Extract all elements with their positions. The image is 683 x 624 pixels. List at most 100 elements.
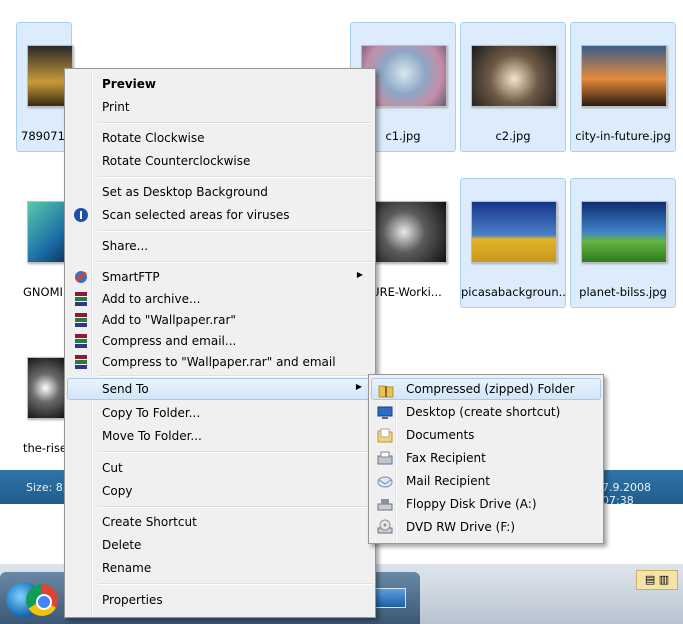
menu-separator bbox=[98, 230, 373, 232]
chrome-icon[interactable] bbox=[26, 584, 58, 616]
desktop-icon bbox=[377, 404, 393, 420]
menu-label: Scan selected areas for viruses bbox=[102, 208, 290, 222]
thumbnail-item[interactable]: picasabackgroun... bbox=[460, 178, 566, 308]
menu-item-add-rar[interactable]: Add to "Wallpaper.rar" bbox=[67, 309, 373, 331]
menu-label: Compress to "Wallpaper.rar" and email bbox=[102, 355, 336, 369]
thumbnail-image bbox=[471, 201, 557, 263]
menu-item-dvd[interactable]: DVD RW Drive (F:) bbox=[371, 516, 601, 538]
documents-folder-icon bbox=[377, 427, 393, 443]
menu-label: Add to "Wallpaper.rar" bbox=[102, 313, 236, 327]
menu-item-set-background[interactable]: Set as Desktop Background bbox=[67, 181, 373, 203]
menu-item-rotate-ccw[interactable]: Rotate Counterclockwise bbox=[67, 150, 373, 172]
send-to-submenu: Compressed (zipped) Folder Desktop (crea… bbox=[368, 374, 604, 544]
menu-item-move-to-folder[interactable]: Move To Folder... bbox=[67, 425, 373, 447]
menu-item-documents[interactable]: Documents bbox=[371, 424, 601, 446]
thumbnail-caption: c2.jpg bbox=[495, 129, 531, 143]
menu-separator bbox=[98, 506, 373, 508]
antivirus-icon bbox=[73, 207, 89, 223]
menu-item-properties[interactable]: Properties bbox=[67, 589, 373, 611]
menu-separator bbox=[98, 176, 373, 178]
menu-label: Properties bbox=[102, 593, 163, 607]
menu-item-mail[interactable]: Mail Recipient bbox=[371, 470, 601, 492]
menu-item-desktop-shortcut[interactable]: Desktop (create shortcut) bbox=[371, 401, 601, 423]
menu-label: Send To bbox=[102, 382, 149, 396]
menu-item-copy-to-folder[interactable]: Copy To Folder... bbox=[67, 402, 373, 424]
thumbnail-image bbox=[581, 45, 667, 107]
menu-item-fax[interactable]: Fax Recipient bbox=[371, 447, 601, 469]
thumbnail-caption: GNOMI bbox=[23, 285, 63, 299]
menu-label: Compress and email... bbox=[102, 334, 237, 348]
zip-folder-icon bbox=[378, 382, 394, 398]
mail-icon bbox=[377, 473, 393, 489]
menu-item-share[interactable]: Share... bbox=[67, 235, 373, 257]
menu-separator bbox=[98, 375, 373, 377]
menu-item-scan-viruses[interactable]: Scan selected areas for viruses bbox=[67, 204, 373, 226]
menu-item-rotate-cw[interactable]: Rotate Clockwise bbox=[67, 127, 373, 149]
winrar-icon bbox=[73, 312, 89, 328]
status-size: Size: 8, bbox=[26, 481, 67, 494]
menu-label: Set as Desktop Background bbox=[102, 185, 268, 199]
submenu-arrow-icon: ▶ bbox=[355, 382, 362, 391]
menu-item-rename[interactable]: Rename bbox=[67, 557, 373, 579]
menu-item-smartftp[interactable]: SmartFTP ▶ bbox=[67, 266, 373, 288]
fax-icon bbox=[377, 450, 393, 466]
menu-item-compress-email[interactable]: Compress and email... bbox=[67, 330, 373, 352]
menu-item-compress-rar-email[interactable]: Compress to "Wallpaper.rar" and email bbox=[67, 351, 373, 373]
menu-label: DVD RW Drive (F:) bbox=[406, 520, 516, 534]
winrar-icon bbox=[73, 333, 89, 349]
menu-label: Preview bbox=[102, 77, 157, 91]
thumbnail-caption: planet-bilss.jpg bbox=[579, 285, 667, 299]
thumbnail-caption: 789071_ bbox=[21, 129, 71, 143]
menu-item-print[interactable]: Print bbox=[67, 96, 373, 118]
menu-label: Add to archive... bbox=[102, 292, 201, 306]
menu-item-create-shortcut[interactable]: Create Shortcut bbox=[67, 511, 373, 533]
thumbnail-item[interactable]: c2.jpg bbox=[460, 22, 566, 152]
thumbnail-caption: city-in-future.jpg bbox=[575, 129, 671, 143]
thumbnail-caption: the-rise bbox=[23, 441, 68, 455]
thumbnail-image bbox=[471, 45, 557, 107]
menu-label: Print bbox=[102, 100, 130, 114]
window-thumbnail-icon[interactable] bbox=[372, 588, 406, 608]
winrar-icon bbox=[73, 354, 89, 370]
menu-label: Copy To Folder... bbox=[102, 406, 201, 420]
menu-label: Share... bbox=[102, 239, 149, 253]
thumbnail-item[interactable]: city-in-future.jpg bbox=[570, 22, 676, 152]
dvd-drive-icon bbox=[377, 519, 393, 535]
menu-label: Documents bbox=[406, 428, 475, 442]
menu-separator bbox=[98, 583, 373, 585]
menu-item-copy[interactable]: Copy bbox=[67, 480, 373, 502]
floppy-drive-icon bbox=[377, 496, 393, 512]
menu-label: Compressed (zipped) Folder bbox=[406, 382, 575, 396]
menu-label: Rotate Counterclockwise bbox=[102, 154, 251, 168]
menu-label: SmartFTP bbox=[102, 270, 160, 284]
context-menu: Preview Print Rotate Clockwise Rotate Co… bbox=[64, 68, 376, 618]
menu-label: Rotate Clockwise bbox=[102, 131, 205, 145]
menu-label: Copy bbox=[102, 484, 133, 498]
status-date: 7.9.2008 07:38 bbox=[602, 481, 651, 507]
menu-label: Fax Recipient bbox=[406, 451, 486, 465]
menu-item-preview[interactable]: Preview bbox=[67, 73, 373, 95]
menu-label: Delete bbox=[102, 538, 142, 552]
menu-item-floppy[interactable]: Floppy Disk Drive (A:) bbox=[371, 493, 601, 515]
menu-item-send-to[interactable]: Send To ▶ bbox=[67, 378, 373, 400]
menu-label: Move To Folder... bbox=[102, 429, 202, 443]
menu-label: Desktop (create shortcut) bbox=[406, 405, 561, 419]
menu-item-compressed-folder[interactable]: Compressed (zipped) Folder bbox=[371, 378, 601, 400]
submenu-arrow-icon: ▶ bbox=[356, 270, 363, 279]
thumbnail-caption: picasabackgroun... bbox=[461, 285, 565, 299]
menu-item-delete[interactable]: Delete bbox=[67, 534, 373, 556]
menu-label: Mail Recipient bbox=[406, 474, 490, 488]
menu-item-add-archive[interactable]: Add to archive... bbox=[67, 288, 373, 310]
menu-separator bbox=[98, 122, 373, 124]
view-toggle-icon[interactable]: ▤ ▥ bbox=[636, 570, 678, 590]
menu-label: Cut bbox=[102, 461, 123, 475]
menu-separator bbox=[98, 261, 373, 263]
menu-label: Floppy Disk Drive (A:) bbox=[406, 497, 537, 511]
menu-label: Rename bbox=[102, 561, 152, 575]
menu-item-cut[interactable]: Cut bbox=[67, 457, 373, 479]
thumbnail-item[interactable]: planet-bilss.jpg bbox=[570, 178, 676, 308]
winrar-icon bbox=[73, 291, 89, 307]
menu-label: Create Shortcut bbox=[102, 515, 197, 529]
smartftp-icon bbox=[73, 269, 89, 285]
thumbnail-image bbox=[581, 201, 667, 263]
